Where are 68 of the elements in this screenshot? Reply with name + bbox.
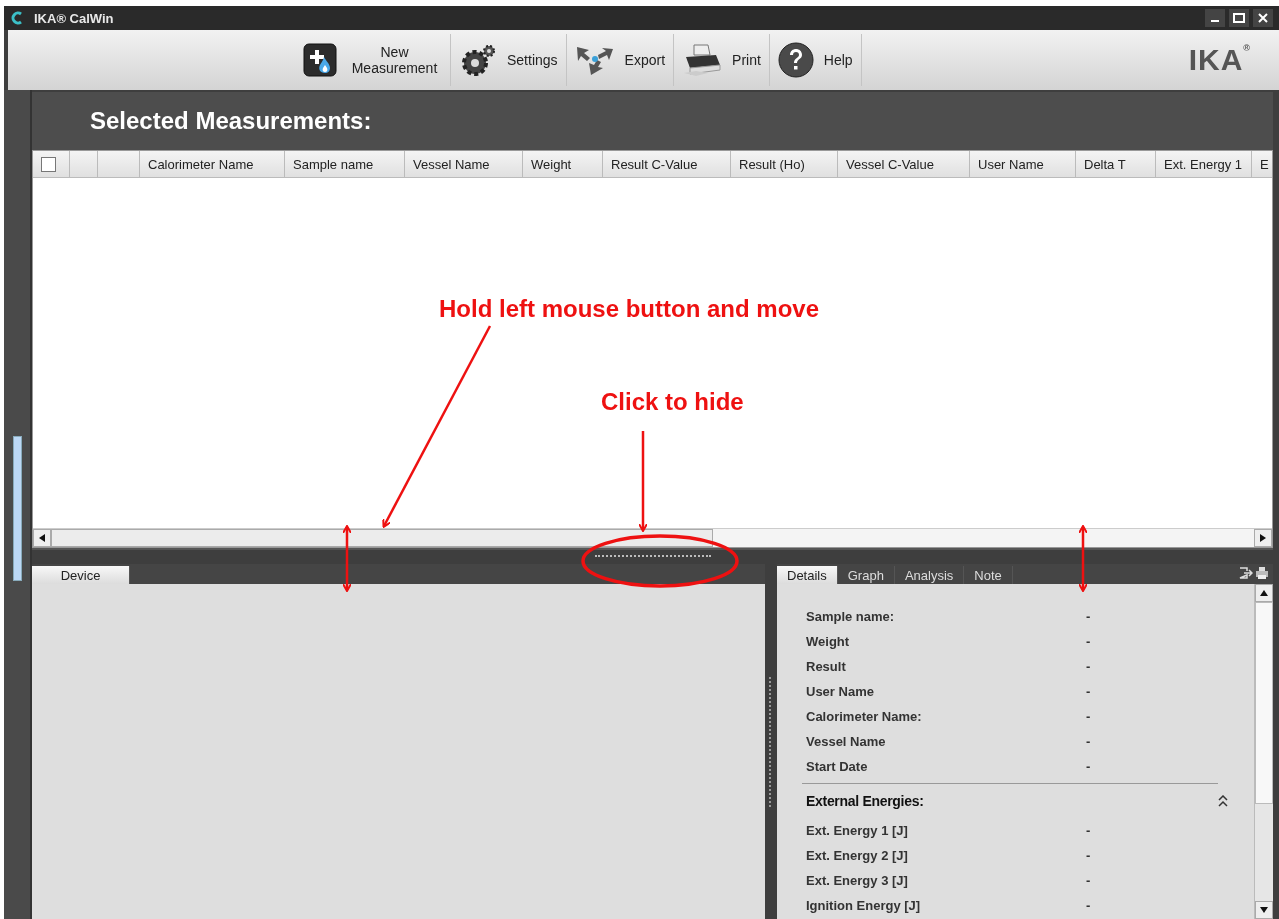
column-header[interactable]: Ext. Energy 1 [1156,151,1252,177]
detail-label: Calorimeter Name: [806,709,923,724]
detail-value: - [1086,898,1091,913]
toolbar-button[interactable]: New Measurement [295,34,451,86]
gear-icon[interactable] [459,43,497,77]
annotation-text: Click to hide [601,388,744,416]
scroll-up-icon[interactable] [1255,584,1273,602]
collapse-icon[interactable] [1218,795,1228,807]
column-header[interactable]: Weight [523,151,603,177]
column-header[interactable]: Delta T [1076,151,1156,177]
scroll-down-icon[interactable] [1255,901,1273,919]
detail-label: User Name [806,684,875,699]
detail-label: Start Date [806,759,869,774]
detail-label: Sample name: [806,609,896,624]
detail-value: - [1086,873,1091,888]
plus-flame-icon[interactable] [303,43,337,77]
section-heading: Selected Measurements: [90,107,372,135]
detail-value: - [1086,609,1091,624]
scrollbar-thumb[interactable] [1255,602,1273,804]
column-header[interactable]: Result (Ho) [731,151,838,177]
detail-value: - [1086,848,1091,863]
printer-icon[interactable] [1255,566,1269,580]
splitter-handle[interactable] [769,676,773,807]
company-logo: IKA$^{®}$ [1188,43,1251,77]
section-title: External Energies: [806,793,924,809]
scroll-left-icon[interactable] [33,529,51,547]
detail-value: - [1086,823,1091,838]
column-header[interactable]: Result C-Value [603,151,731,177]
column-header[interactable]: Vessel Name [405,151,523,177]
panel-tab[interactable]: Device [32,566,130,584]
window-title: IKA® CalWin [34,10,114,26]
scroll-right-icon[interactable] [1254,529,1272,547]
export-icon[interactable] [1239,566,1253,580]
detail-value: - [1086,634,1091,649]
column-header[interactable]: E [1252,151,1272,177]
column-header[interactable]: User Name [970,151,1076,177]
double-arrow [1078,525,1088,592]
sidebar-expand-handle[interactable] [12,436,22,581]
toolbar-button[interactable]: Export [566,34,675,86]
close-icon[interactable] [1253,9,1273,27]
detail-label: Ext. Energy 3 [J] [806,873,909,888]
minimize-icon[interactable] [1205,9,1225,27]
detail-label: Ignition Energy [J] [806,898,922,913]
detail-value: - [1086,659,1091,674]
detail-value: - [1086,734,1091,749]
detail-label: Result [806,659,847,674]
annotation-text: Hold left mouse button and move [439,295,819,323]
scrollbar-thumb[interactable] [51,529,713,547]
select-all-checkbox[interactable] [41,156,56,172]
column-header[interactable]: Vessel C-Value [838,151,970,177]
maximize-icon[interactable] [1229,9,1249,27]
detail-value: - [1086,759,1091,774]
detail-label: Weight [806,634,851,649]
toolbar-button[interactable]: Settings [451,34,567,86]
app-logo-icon [10,11,24,25]
toolbar-button[interactable]: Print [674,34,770,86]
detail-label: Vessel Name [806,734,887,749]
detail-value: - [1086,709,1091,724]
detail-label: Ext. Energy 1 [J] [806,823,909,838]
panel-tab[interactable]: Details [777,566,838,584]
toolbar-button[interactable]: Help [769,34,862,86]
double-arrow [342,525,352,592]
help-icon[interactable] [777,42,814,78]
detail-label: Ext. Energy 2 [J] [806,848,909,863]
splitter-handle[interactable] [594,555,711,559]
column-header[interactable]: Calorimeter Name [140,151,285,177]
detail-value: - [1086,684,1091,699]
column-header[interactable]: Sample name [285,151,405,177]
